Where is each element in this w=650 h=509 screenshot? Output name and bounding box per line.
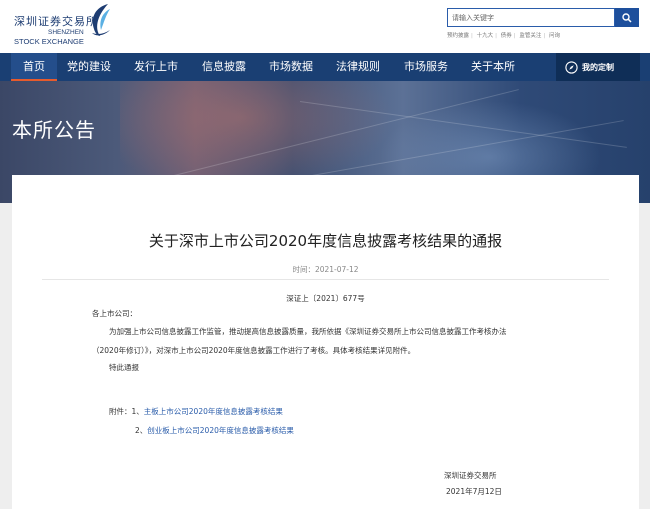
body-paragraph-line1: 为加强上市公司信息披露工作监管，推动提高信息披露质量，我所依据《深圳证券交易所上… xyxy=(109,327,507,336)
article-card: 关于深市上市公司2020年度信息披露考核结果的通报 时间：2021-07-12 … xyxy=(12,175,639,509)
logo-mark-icon xyxy=(92,4,110,36)
nav-item-market-data[interactable]: 市场数据 xyxy=(269,53,313,81)
signature: 深圳证券交易所 xyxy=(444,471,497,480)
logo-en-line1: SHENZHEN xyxy=(48,29,84,36)
logo-en-line2: STOCK EXCHANGE xyxy=(14,37,84,46)
article-date: 时间：2021-07-12 xyxy=(292,265,359,274)
signature-date: 2021年7月12日 xyxy=(446,487,502,496)
attachment-link-main-board[interactable]: 主板上市公司2020年度信息披露考核结果 xyxy=(144,407,283,416)
compass-icon xyxy=(565,60,578,74)
site-header: 深圳证券交易所 SHENZHEN STOCK EXCHANGE 预约披露| 十九… xyxy=(0,0,650,53)
my-custom-label: 我的定制 xyxy=(582,62,614,72)
nav-item-about[interactable]: 关于本所 xyxy=(471,53,515,81)
hotword-link[interactable]: 问询 xyxy=(549,33,560,39)
search-box xyxy=(447,8,639,27)
hotword-link[interactable]: 预约披露 xyxy=(447,33,469,39)
nav-item-home[interactable]: 首页 xyxy=(11,53,57,81)
nav-item-services[interactable]: 市场服务 xyxy=(404,53,448,81)
szse-logo[interactable]: 深圳证券交易所 SHENZHEN STOCK EXCHANGE xyxy=(14,4,124,50)
attachments-label: 附件： xyxy=(109,407,132,416)
salutation: 各上市公司： xyxy=(92,309,137,318)
nav-item-disclosure[interactable]: 信息披露 xyxy=(202,53,246,81)
attachment-link-chinext[interactable]: 创业板上市公司2020年度信息披露考核结果 xyxy=(147,426,294,435)
hot-keywords: 预约披露 | 十九大 | 债券 | 监管关注 | 问询 xyxy=(447,33,561,39)
nav-item-listing[interactable]: 发行上市 xyxy=(134,53,178,81)
search-button[interactable] xyxy=(615,8,639,27)
closing-text: 特此通报 xyxy=(109,363,139,372)
attachment-row-2: 2、创业板上市公司2020年度信息披露考核结果 xyxy=(135,425,294,436)
nav-item-party[interactable]: 党的建设 xyxy=(67,53,111,81)
article-title: 关于深市上市公司2020年度信息披露考核结果的通报 xyxy=(148,232,503,250)
hotword-link[interactable]: 十九大 xyxy=(477,33,494,39)
attachment-number: 2、 xyxy=(135,426,148,435)
body-paragraph-line2: （2020年修订）》，对深市上市公司2020年度信息披露工作进行了考核。具体考核… xyxy=(92,346,416,355)
search-input[interactable] xyxy=(447,8,615,27)
banner-title: 本所公告 xyxy=(12,118,96,142)
main-nav: 首页 党的建设 发行上市 信息披露 市场数据 法律规则 市场服务 关于本所 我的… xyxy=(0,53,650,81)
title-divider xyxy=(42,279,609,280)
my-custom-button[interactable]: 我的定制 xyxy=(556,53,640,81)
hotword-link[interactable]: 监管关注 xyxy=(519,33,541,39)
nav-item-rules[interactable]: 法律规则 xyxy=(336,53,380,81)
attachment-number: 1、 xyxy=(131,407,144,416)
attachment-row-1: 附件：1、主板上市公司2020年度信息披露考核结果 xyxy=(109,406,283,417)
hotword-link[interactable]: 债券 xyxy=(501,33,512,39)
search-icon xyxy=(622,12,632,23)
doc-number: 深证上〔2021〕677号 xyxy=(286,294,365,303)
